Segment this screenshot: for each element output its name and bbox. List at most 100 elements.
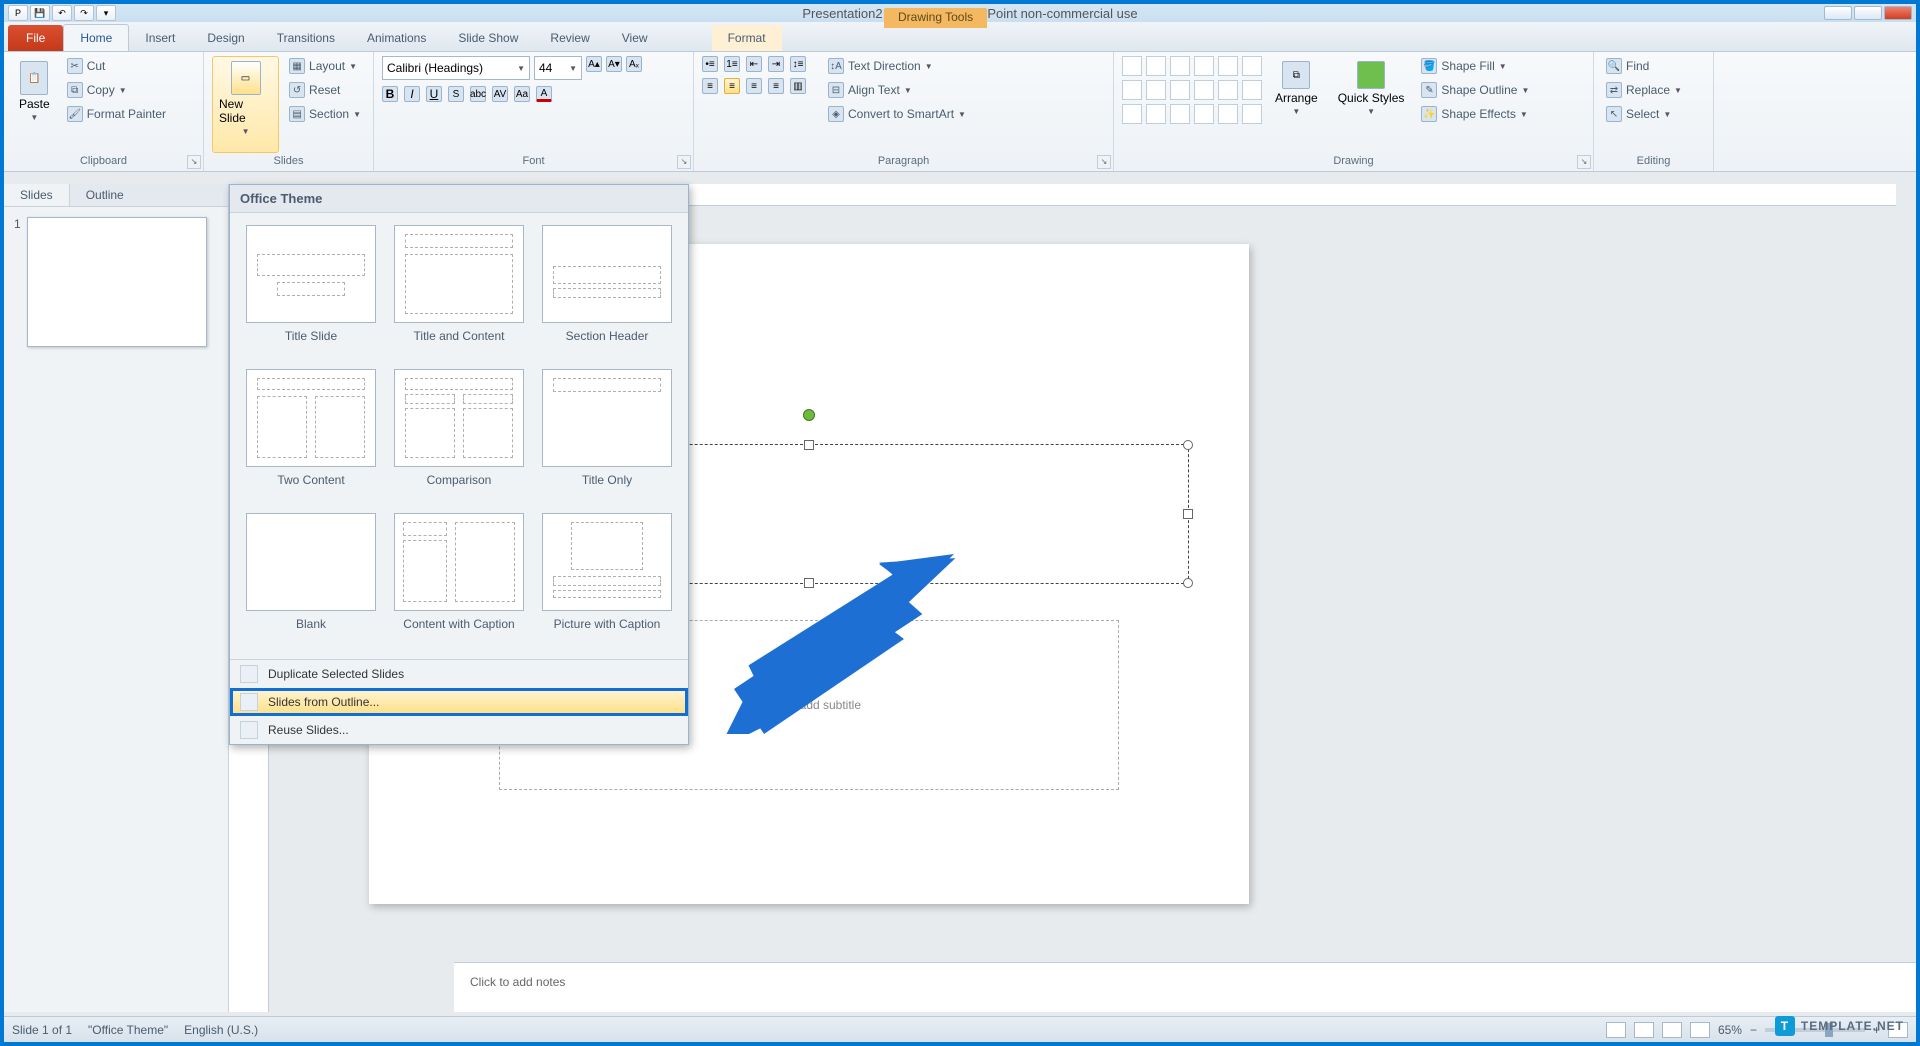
- justify-icon[interactable]: ≡: [768, 78, 784, 94]
- layout-title-content[interactable]: Title and Content: [390, 225, 528, 359]
- layout-section-header[interactable]: Section Header: [538, 225, 676, 359]
- shape-callout-icon[interactable]: [1218, 80, 1238, 100]
- shape-star-icon[interactable]: [1122, 104, 1142, 124]
- tab-transitions[interactable]: Transitions: [261, 25, 351, 51]
- shape-more-icon[interactable]: [1242, 80, 1262, 100]
- shape-fill-button[interactable]: 🪣Shape Fill▼: [1417, 56, 1533, 76]
- rotate-handle[interactable]: [803, 409, 815, 421]
- minimize-button[interactable]: [1824, 6, 1852, 20]
- layout-content-caption[interactable]: Content with Caption: [390, 513, 528, 647]
- reset-button[interactable]: ↺Reset: [285, 80, 365, 100]
- reading-view-icon[interactable]: [1662, 1022, 1682, 1038]
- replace-button[interactable]: ⇄Replace▼: [1602, 80, 1686, 100]
- shape-hex-icon[interactable]: [1146, 104, 1166, 124]
- strikethrough-icon[interactable]: S: [448, 86, 464, 102]
- resize-handle[interactable]: [1183, 440, 1193, 450]
- align-center-icon[interactable]: ≡: [724, 78, 740, 94]
- align-text-button[interactable]: ⊟Align Text▼: [824, 80, 970, 100]
- reuse-slides-item[interactable]: Reuse Slides...: [230, 716, 688, 744]
- file-tab[interactable]: File: [8, 25, 63, 51]
- bullets-icon[interactable]: •≡: [702, 56, 718, 72]
- slides-from-outline-item[interactable]: Slides from Outline...: [230, 688, 688, 716]
- new-slide-button[interactable]: ▭ New Slide ▼: [212, 56, 279, 153]
- shape-curve-icon[interactable]: [1194, 104, 1214, 124]
- maximize-button[interactable]: [1854, 6, 1882, 20]
- layout-blank[interactable]: Blank: [242, 513, 380, 647]
- slide-thumbnail[interactable]: 1: [14, 217, 218, 347]
- tab-slideshow[interactable]: Slide Show: [442, 25, 534, 51]
- shapes-gallery[interactable]: [1122, 56, 1262, 153]
- shape-connector-icon[interactable]: [1170, 104, 1190, 124]
- font-size-combo[interactable]: 44▼: [534, 56, 582, 80]
- copy-button[interactable]: ⧉Copy▼: [63, 80, 170, 100]
- tab-view[interactable]: View: [606, 25, 664, 51]
- shape-rounded-icon[interactable]: [1242, 56, 1262, 76]
- resize-handle[interactable]: [1183, 509, 1193, 519]
- outline-panel-tab[interactable]: Outline: [70, 184, 140, 206]
- shape-freeform-icon[interactable]: [1218, 104, 1238, 124]
- slides-panel-tab[interactable]: Slides: [4, 184, 70, 206]
- shadow-icon[interactable]: abc: [470, 86, 486, 102]
- shape-outline-button[interactable]: ✎Shape Outline▼: [1417, 80, 1533, 100]
- shape-scribble-icon[interactable]: [1242, 104, 1262, 124]
- columns-icon[interactable]: ▥: [790, 78, 806, 94]
- layout-comparison[interactable]: Comparison: [390, 369, 528, 503]
- char-spacing-icon[interactable]: AV: [492, 86, 508, 102]
- shape-rect2-icon[interactable]: [1194, 56, 1214, 76]
- layout-button[interactable]: ▦Layout▼: [285, 56, 365, 76]
- zoom-percent[interactable]: 65%: [1718, 1023, 1742, 1037]
- underline-icon[interactable]: U: [426, 86, 442, 102]
- paste-button[interactable]: 📋 Paste ▼: [12, 56, 57, 153]
- status-language[interactable]: English (U.S.): [184, 1023, 258, 1037]
- tab-review[interactable]: Review: [534, 25, 605, 51]
- quick-styles-button[interactable]: Quick Styles ▼: [1331, 56, 1412, 153]
- tab-animations[interactable]: Animations: [351, 25, 442, 51]
- select-button[interactable]: ↖Select▼: [1602, 104, 1686, 124]
- shape-effects-button[interactable]: ✨Shape Effects▼: [1417, 104, 1533, 124]
- decrease-indent-icon[interactable]: ⇤: [746, 56, 762, 72]
- shape-arrow-icon[interactable]: [1170, 56, 1190, 76]
- paragraph-dialog-launcher[interactable]: ↘: [1097, 155, 1111, 169]
- increase-indent-icon[interactable]: ⇥: [768, 56, 784, 72]
- sorter-view-icon[interactable]: [1634, 1022, 1654, 1038]
- change-case-icon[interactable]: Aa: [514, 86, 530, 102]
- shape-triangle-icon[interactable]: [1122, 80, 1142, 100]
- ppt-icon[interactable]: P: [8, 5, 28, 21]
- shape-oval-icon[interactable]: [1218, 56, 1238, 76]
- line-spacing-icon[interactable]: ↕≡: [790, 56, 806, 72]
- shape-line-icon[interactable]: [1146, 56, 1166, 76]
- convert-smartart-button[interactable]: ◈Convert to SmartArt▼: [824, 104, 970, 124]
- shape-rect-icon[interactable]: [1122, 56, 1142, 76]
- tab-design[interactable]: Design: [191, 25, 260, 51]
- align-left-icon[interactable]: ≡: [702, 78, 718, 94]
- zoom-out-icon[interactable]: −: [1750, 1023, 1757, 1037]
- layout-picture-caption[interactable]: Picture with Caption: [538, 513, 676, 647]
- layout-title-slide[interactable]: Title Slide: [242, 225, 380, 359]
- format-painter-button[interactable]: 🖌Format Painter: [63, 104, 170, 124]
- font-color-icon[interactable]: A: [536, 86, 552, 102]
- notes-pane[interactable]: Click to add notes: [454, 962, 1916, 1012]
- arrange-button[interactable]: ⧉ Arrange ▼: [1268, 56, 1325, 153]
- duplicate-slides-item[interactable]: Duplicate Selected Slides: [230, 660, 688, 688]
- tab-home[interactable]: Home: [63, 24, 129, 51]
- find-button[interactable]: 🔍Find: [1602, 56, 1686, 76]
- resize-handle[interactable]: [1183, 578, 1193, 588]
- shrink-font-icon[interactable]: A▾: [606, 56, 622, 72]
- normal-view-icon[interactable]: [1606, 1022, 1626, 1038]
- resize-handle[interactable]: [804, 440, 814, 450]
- font-name-combo[interactable]: Calibri (Headings)▼: [382, 56, 530, 80]
- drawing-dialog-launcher[interactable]: ↘: [1577, 155, 1591, 169]
- numbering-icon[interactable]: 1≡: [724, 56, 740, 72]
- section-button[interactable]: ▤Section▼: [285, 104, 365, 124]
- shape-diamond-icon[interactable]: [1146, 80, 1166, 100]
- font-dialog-launcher[interactable]: ↘: [677, 155, 691, 169]
- cut-button[interactable]: ✂Cut: [63, 56, 170, 76]
- clipboard-dialog-launcher[interactable]: ↘: [187, 155, 201, 169]
- save-icon[interactable]: 💾: [30, 5, 50, 21]
- layout-two-content[interactable]: Two Content: [242, 369, 380, 503]
- qat-customize-icon[interactable]: ▾: [96, 5, 116, 21]
- layout-title-only[interactable]: Title Only: [538, 369, 676, 503]
- close-button[interactable]: [1884, 6, 1912, 20]
- slideshow-view-icon[interactable]: [1690, 1022, 1710, 1038]
- clear-formatting-icon[interactable]: Aₓ: [626, 56, 642, 72]
